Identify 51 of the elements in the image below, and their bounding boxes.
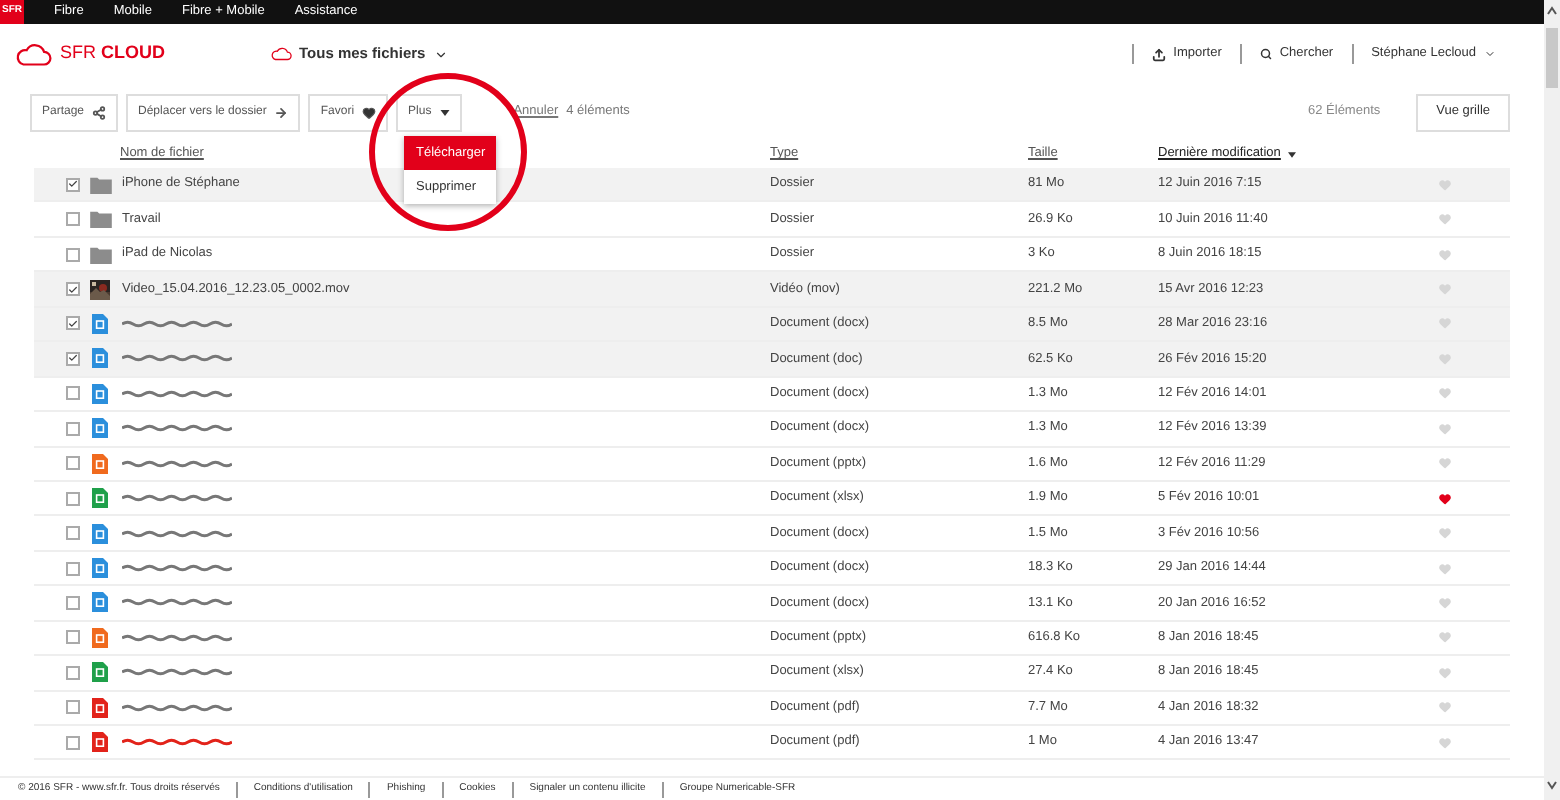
favorite-heart-icon[interactable] [1438,491,1452,506]
search-icon [1259,48,1272,60]
word-document-icon [92,418,108,439]
upload-icon [1151,47,1166,61]
check-icon [68,178,78,191]
caret-icon [439,109,450,115]
checkbox[interactable] [66,491,80,506]
checkbox[interactable] [66,561,80,576]
checkbox[interactable] [66,665,80,680]
checkbox[interactable] [66,526,80,541]
word-document-icon [92,383,108,404]
checkbox[interactable] [66,282,80,297]
checkbox[interactable] [66,177,80,192]
cloud-icon [269,46,292,62]
app-logo[interactable]: SFR CLOUD [60,40,166,68]
presentation-document-icon [92,627,108,648]
word-document-icon [92,348,108,369]
checkbox[interactable] [66,456,80,471]
presentation-document-icon [92,453,108,474]
folder-icon [89,245,111,264]
spreadsheet-document-icon [92,662,108,683]
arrow-right-icon [274,105,289,119]
word-document-icon [92,313,108,334]
cloud-logo-icon [14,41,52,67]
word-document-icon [92,523,108,544]
checkbox[interactable] [66,700,80,715]
checkbox[interactable] [66,386,80,401]
pdf-document-icon [92,697,108,718]
checkbox[interactable] [66,595,80,610]
checkbox[interactable] [66,630,80,645]
checkbox[interactable] [66,735,80,750]
chevron-down-icon [433,47,448,61]
checkbox[interactable] [66,212,80,227]
scrollbar[interactable] [1544,0,1560,800]
pdf-document-icon [92,732,108,753]
heart-icon [362,105,377,119]
checkbox[interactable] [66,351,80,366]
word-document-icon [92,558,108,579]
word-document-icon [92,592,108,613]
share-icon [92,105,107,119]
spreadsheet-document-icon [92,488,108,509]
checkbox[interactable] [66,316,80,331]
checkbox[interactable] [66,247,80,262]
check-icon [68,317,78,330]
folder-icon [89,210,111,229]
checkbox[interactable] [66,421,80,436]
sort-arrow-icon [1288,151,1297,157]
chevron-down-icon [1484,48,1496,60]
folder-icon [89,175,111,194]
check-icon [68,283,78,296]
check-icon [68,352,78,365]
